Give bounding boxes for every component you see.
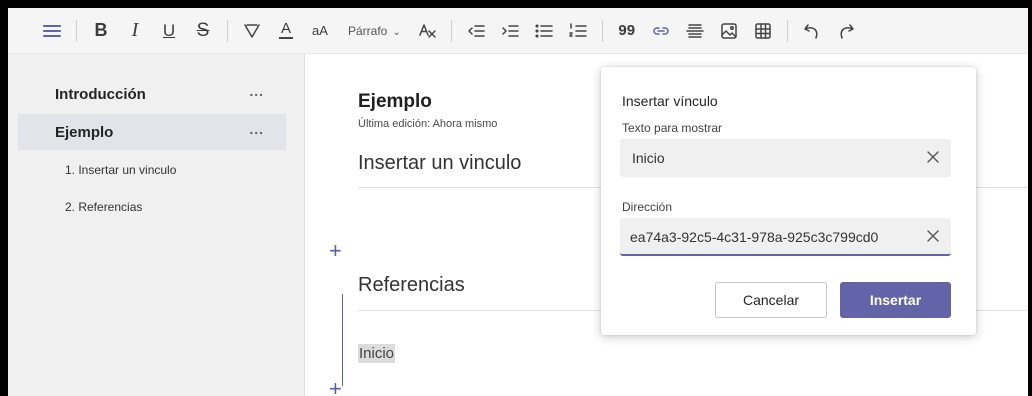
toolbar-divider (227, 19, 228, 42)
more-options-icon[interactable]: ... (249, 121, 264, 137)
highlight-icon[interactable] (240, 16, 264, 46)
clear-icon[interactable] (924, 227, 942, 245)
display-text-label: Texto para mostrar (622, 121, 723, 135)
display-text-value[interactable]: Inicio (632, 150, 665, 166)
clear-icon[interactable] (924, 148, 942, 166)
underline-button[interactable]: U (157, 16, 181, 46)
section-heading-insertar[interactable]: Insertar un vinculo (358, 152, 521, 175)
insert-link-dialog: Insertar vínculo Texto para mostrar Inic… (601, 67, 976, 335)
font-size-button[interactable]: aA (308, 16, 332, 46)
section-indicator (342, 294, 343, 386)
address-label: Dirección (622, 200, 673, 214)
bold-button[interactable]: B (89, 16, 113, 46)
quote-button[interactable]: 99 (615, 16, 639, 46)
bullet-list-icon[interactable] (532, 16, 556, 46)
dialog-title: Insertar vínculo (622, 93, 718, 109)
selected-link-text[interactable]: Inicio (358, 344, 396, 363)
outdent-icon[interactable] (464, 16, 488, 46)
paragraph-style-dropdown[interactable]: Párrafo ⌄ (348, 24, 401, 38)
paragraph-style-label: Párrafo (348, 23, 388, 38)
display-text-field[interactable]: Inicio (620, 139, 951, 177)
toolbar-divider (601, 19, 603, 42)
formatting-toolbar: B I U S A aA Párrafo ⌄ 99 (8, 8, 1028, 54)
font-color-underline (279, 37, 293, 39)
address-value[interactable]: ea74a3-92c5-4c31-978a-925c3c799cd0 (630, 229, 878, 245)
link-icon[interactable] (649, 16, 673, 46)
address-field[interactable]: ea74a3-92c5-4c31-978a-925c3c799cd0 (620, 218, 951, 256)
add-section-button[interactable]: + (329, 376, 342, 396)
chevron-down-icon: ⌄ (392, 26, 401, 38)
table-icon[interactable] (751, 16, 775, 46)
section-heading-referencias[interactable]: Referencias (358, 274, 465, 297)
strikethrough-button[interactable]: S (191, 16, 215, 46)
horizontal-rule-icon[interactable] (683, 16, 707, 46)
page-sidebar: Introducción ... Ejemplo ... 1. Insertar… (8, 54, 305, 396)
sidebar-item-label: Ejemplo (55, 123, 114, 141)
toolbar-divider (450, 19, 452, 42)
image-icon[interactable] (717, 16, 741, 46)
font-color-letter: A (280, 20, 291, 37)
toolbar-divider (786, 19, 788, 42)
menu-icon[interactable] (40, 16, 64, 46)
toolbar-divider (76, 19, 77, 42)
italic-button[interactable]: I (123, 16, 147, 46)
app-frame: B I U S A aA Párrafo ⌄ 99 Introducción .… (8, 8, 1028, 396)
clear-format-icon[interactable] (415, 16, 439, 46)
redo-icon[interactable] (834, 16, 858, 46)
cancel-button[interactable]: Cancelar (715, 282, 827, 318)
more-options-icon[interactable]: ... (249, 83, 264, 99)
last-edited-text: Última edición: Ahora mismo (358, 118, 498, 130)
add-section-button[interactable]: + (329, 238, 342, 264)
page-title: Ejemplo (358, 91, 432, 112)
sidebar-item-label: Introducción (55, 85, 146, 103)
sidebar-subitem-referencias[interactable]: 2. Referencias (65, 200, 142, 214)
numbered-list-icon[interactable] (566, 16, 590, 46)
undo-icon[interactable] (800, 16, 824, 46)
sidebar-item-introduccion[interactable]: Introducción ... (18, 76, 286, 112)
insert-button[interactable]: Insertar (840, 282, 951, 318)
sidebar-subitem-insertar-vinculo[interactable]: 1. Insertar un vinculo (65, 163, 176, 177)
sidebar-item-ejemplo[interactable]: Ejemplo ... (18, 114, 286, 150)
font-color-button[interactable]: A (274, 16, 298, 46)
indent-icon[interactable] (498, 16, 522, 46)
